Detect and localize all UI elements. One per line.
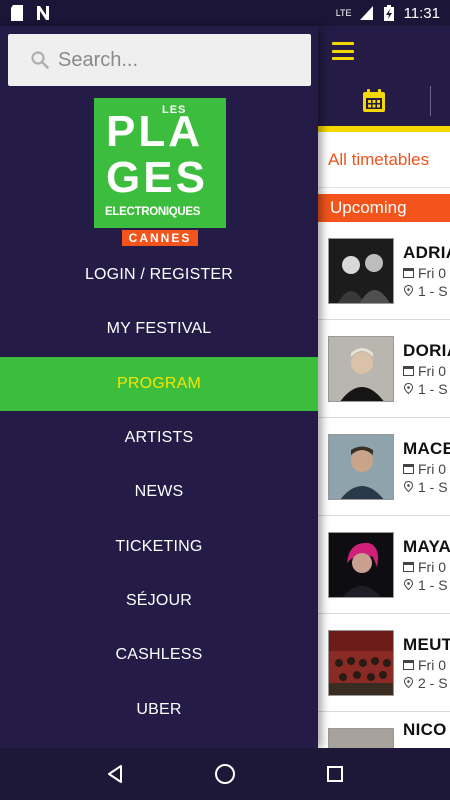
event-row[interactable]: DORIA Fri 0 1 - S [318, 320, 450, 418]
recents-square-icon [327, 766, 343, 782]
event-stage: 1 - S [418, 380, 448, 397]
logo-text-electroniques: ELECTRONIQUES [105, 206, 201, 218]
menu-item-program[interactable]: PROGRAM [0, 356, 318, 411]
artist-thumbnail [328, 629, 394, 696]
signal-icon [359, 6, 373, 20]
event-day: Fri 0 [418, 460, 446, 477]
timetable-list: All timetables Upcoming ADRIA Fri 0 1 - … [318, 132, 450, 748]
all-timetables-link[interactable]: All timetables [318, 132, 450, 188]
location-icon [403, 481, 414, 492]
festival-logo: LES PLA GES ELECTRONIQUES CANNES [94, 98, 226, 246]
artist-thumbnail [328, 531, 394, 598]
menu-item-artists[interactable]: ARTISTS [0, 411, 318, 465]
home-button[interactable] [205, 754, 245, 794]
status-bar: LTE 11:31 [0, 0, 450, 26]
menu-item-uber[interactable]: UBER [0, 682, 318, 736]
calendar-icon [403, 268, 414, 278]
app-header [318, 26, 450, 76]
event-day: Fri 0 [418, 558, 446, 575]
event-artist: ADRIA [403, 242, 450, 262]
recents-button[interactable] [315, 754, 355, 794]
event-day: Fri 0 [418, 656, 446, 673]
back-button[interactable] [95, 754, 135, 794]
event-stage: 1 - S [418, 478, 448, 495]
event-row[interactable]: NICO [318, 712, 450, 748]
event-row[interactable]: MEUT Fri 0 2 - S [318, 614, 450, 712]
event-stage: 1 - S [418, 282, 448, 299]
upcoming-header: Upcoming [318, 194, 450, 222]
calendar-icon [403, 464, 414, 474]
menu-item-login-register[interactable]: LOGIN / REGISTER [0, 248, 318, 302]
event-row[interactable]: ADRIA Fri 0 1 - S [318, 222, 450, 320]
artist-thumbnail [328, 237, 394, 304]
artist-thumbnail [328, 433, 394, 500]
event-day: Fri 0 [418, 264, 446, 281]
event-artist: MEUT [403, 634, 450, 654]
logo-text-pla: PLA [106, 107, 203, 156]
calendar-icon [363, 89, 385, 112]
nfc-n-icon [37, 6, 49, 20]
event-day: Fri 0 [418, 362, 446, 379]
event-stage: 1 - S [418, 576, 448, 593]
menu-icon[interactable] [332, 42, 354, 60]
logo-text-cannes: CANNES [122, 230, 198, 246]
app-tabs [318, 76, 450, 132]
menu-item-sejour[interactable]: SÉJOUR [0, 574, 318, 628]
search-input[interactable] [58, 48, 278, 72]
location-icon [403, 579, 414, 590]
calendar-icon [403, 366, 414, 376]
tab-calendar[interactable] [318, 76, 430, 126]
navigation-drawer: LES PLA GES ELECTRONIQUES CANNES LOGIN /… [0, 26, 318, 748]
menu-item-news[interactable]: NEWS [0, 465, 318, 519]
battery-charging-icon [383, 5, 394, 21]
search-icon [31, 51, 49, 69]
location-icon [403, 383, 414, 394]
program-screen: All timetables Upcoming ADRIA Fri 0 1 - … [318, 26, 450, 748]
menu-item-cashless[interactable]: CASHLESS [0, 628, 318, 682]
home-circle-icon [215, 764, 235, 784]
network-label: LTE [335, 8, 352, 18]
drawer-menu: LOGIN / REGISTER MY FESTIVAL PROGRAM ART… [0, 248, 318, 737]
artist-thumbnail [328, 335, 394, 402]
location-icon [403, 677, 414, 688]
location-icon [403, 285, 414, 296]
event-artist: MACE [403, 438, 450, 458]
sd-card-icon [11, 5, 23, 21]
event-artist: MAYA [403, 536, 450, 556]
event-row[interactable]: MAYA Fri 0 1 - S [318, 516, 450, 614]
event-artist: NICO [403, 720, 447, 739]
menu-item-my-festival[interactable]: MY FESTIVAL [0, 302, 318, 356]
event-artist: DORIA [403, 340, 450, 360]
calendar-icon [403, 660, 414, 670]
artist-thumbnail [328, 727, 394, 748]
back-triangle-icon [108, 765, 122, 783]
system-nav-bar [0, 748, 450, 800]
tab-divider [430, 86, 431, 116]
logo-text-ges: GES [106, 153, 208, 202]
calendar-icon [403, 562, 414, 572]
search-bar[interactable] [8, 34, 311, 86]
menu-item-ticketing[interactable]: TICKETING [0, 519, 318, 573]
event-row[interactable]: MACE Fri 0 1 - S [318, 418, 450, 516]
clock: 11:31 [403, 4, 440, 22]
event-stage: 2 - S [418, 674, 448, 691]
